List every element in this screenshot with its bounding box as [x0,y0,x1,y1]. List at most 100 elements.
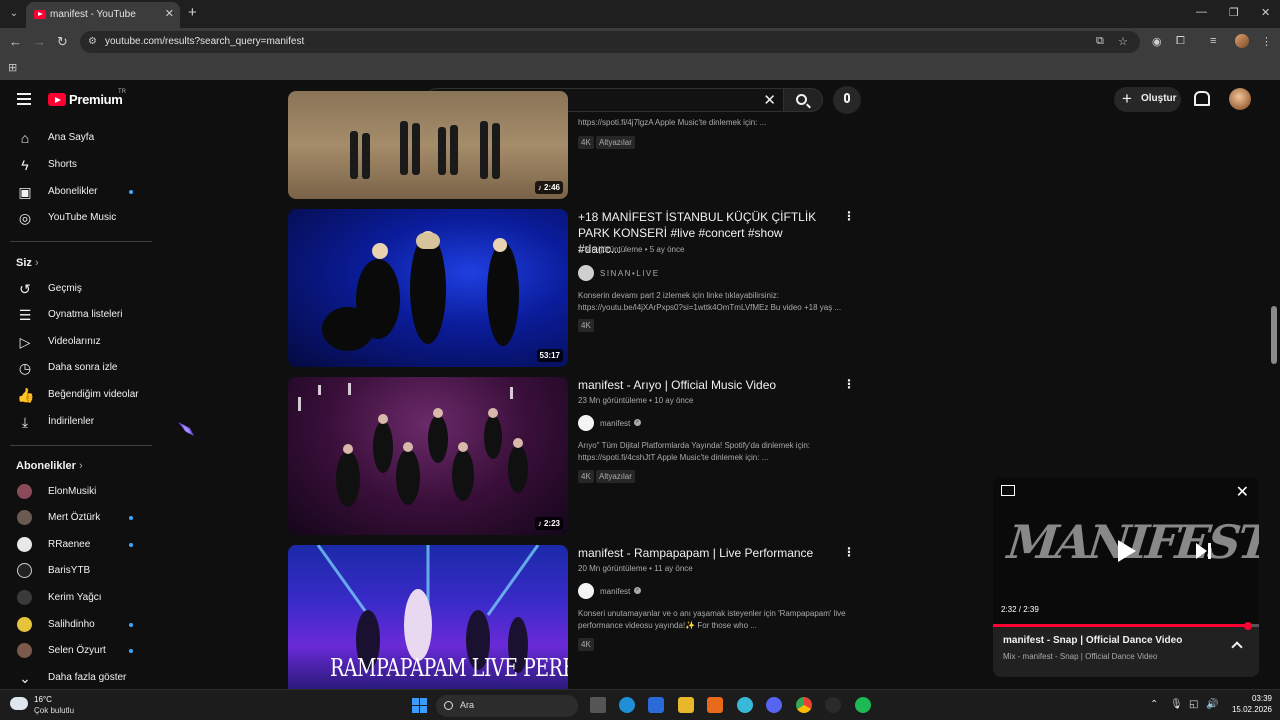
back-icon[interactable]: ← [9,34,22,49]
sidebar: ⌂ Ana Sayfa ϟ Shorts ▣ Abonelikler ◎ You… [0,118,160,690]
sidebar-item-subscriptions[interactable]: ▣ Abonelikler [0,179,152,205]
reload-icon[interactable]: ↻ [57,34,68,50]
search-result[interactable]: ♪ 2:46 https://spoti.fi/4j7lgzA Apple Mu… [288,91,858,199]
media-control-icon[interactable]: ≡ [1210,35,1216,47]
aimp-icon[interactable] [707,697,723,713]
sidebar-channel-rraenee[interactable]: RRaenee [0,532,152,558]
edge-icon[interactable] [619,697,635,713]
forward-icon[interactable]: → [33,34,46,49]
browser-profile-avatar[interactable] [1235,34,1249,48]
file-explorer-icon[interactable] [678,697,694,713]
sidebar-item-playlists[interactable]: ☰ Oynatma listeleri [0,302,152,328]
chevron-up-icon[interactable] [1231,641,1243,653]
sidebar-item-home[interactable]: ⌂ Ana Sayfa [0,125,152,151]
minimize-button[interactable]: — [1196,6,1207,18]
sidebar-channel-kerim-yagci[interactable]: Kerim Yağcı [0,585,152,611]
more-actions-icon[interactable]: ⋮ [843,545,855,559]
sidebar-channel-salihdinho[interactable]: Salihdinho [0,612,152,638]
tab-search-icon[interactable]: ⌄ [6,6,22,22]
miniplayer[interactable]: MANIFEST ✕ 2:32 / 2:39 manifest - Snap |… [993,477,1259,677]
sidebar-item-downloads[interactable]: ⤓ İndirilenler [0,409,152,435]
sidebar-item-label: Shorts [48,159,77,170]
sidebar-item-history[interactable]: ↺ Geçmiş [0,276,152,302]
miniplayer-title[interactable]: manifest - Snap | Official Dance Video [1003,635,1182,646]
sidebar-item-youtube-music[interactable]: ◎ YouTube Music [0,205,152,231]
video-thumbnail[interactable]: 53:17 [288,209,568,367]
video-title[interactable]: manifest - Arıyo | Official Music Video [578,377,828,393]
sidebar-channel-barisytb[interactable]: BarisYTB [0,558,152,584]
close-window-button[interactable]: ✕ [1261,6,1270,19]
next-track-icon[interactable] [1196,543,1212,559]
account-avatar[interactable] [1229,88,1251,110]
video-meta: 20 Mn görüntüleme • 11 ay önce [578,564,693,573]
sidebar-channel-selen-ozyurt[interactable]: Selen Özyurt [0,638,152,664]
tray-overflow-icon[interactable]: ⌃ [1150,699,1158,710]
search-result[interactable]: RAMPAPAPAM LIVE PERFORMANCE manifest - R… [288,545,858,689]
browser-menu-icon[interactable]: ⋮ [1261,35,1272,48]
extension-icon[interactable]: ◉ [1152,35,1162,48]
weather-temperature[interactable]: 16°C [34,695,52,704]
sidebar-item-shorts[interactable]: ϟ Shorts [0,152,152,178]
sidebar-channel-elonmusiki[interactable]: ElonMusiki [0,479,152,505]
sidebar-item-label: Daha sonra izle [48,362,118,373]
notifications-bell-icon[interactable] [1193,91,1210,106]
page-scrollbar[interactable] [1271,306,1277,364]
discord-icon[interactable] [766,697,782,713]
install-app-icon[interactable]: ⧉ [1096,35,1104,48]
progress-bar[interactable] [993,624,1259,627]
sidebar-item-your-videos[interactable]: ▷ Videolarınız [0,329,152,355]
chevron-down-icon: ⌄ [19,670,31,686]
video-title[interactable]: manifest - Rampapapam | Live Performance [578,545,828,561]
clock-time[interactable]: 03:39 [1232,694,1272,703]
weather-description[interactable]: Çok bulutlu [34,706,74,715]
settings-app-icon[interactable] [737,697,753,713]
chrome-icon[interactable] [796,697,812,713]
sidebar-show-more[interactable]: ⌄ Daha fazla göster [0,665,152,691]
bookmarks-bar: ⊞ [0,56,1280,80]
cloudy-weather-icon[interactable] [10,697,28,710]
sidebar-item-liked-videos[interactable]: 👍 Beğendiğim videolar [0,382,152,408]
maximize-button[interactable]: ❐ [1229,6,1239,19]
miniplayer-video[interactable]: MANIFEST ✕ 2:32 / 2:39 [993,477,1259,625]
video-thumbnail[interactable]: RAMPAPAPAM LIVE PERFORMANCE [288,545,568,689]
tab-close-icon[interactable]: ✕ [165,7,174,20]
browser-tab[interactable]: manifest - YouTube ✕ [26,2,180,28]
search-result[interactable]: ♪ 2:23 manifest - Arıyo | Official Music… [288,377,858,535]
microsoft-store-icon[interactable] [648,697,664,713]
play-icon[interactable] [1118,540,1136,562]
progress-scrubber[interactable] [1244,622,1252,630]
more-actions-icon[interactable]: ⋮ [843,377,855,391]
clock-date[interactable]: 15.02.2026 [1222,705,1272,714]
close-miniplayer-icon[interactable]: ✕ [1236,482,1249,502]
apps-grid-icon[interactable]: ⊞ [8,61,17,74]
create-button[interactable]: + Oluştur [1114,87,1181,112]
taskbar-search[interactable]: Ara [436,695,578,717]
volume-icon[interactable]: 🔊 [1206,699,1218,710]
video-thumbnail[interactable]: ♪ 2:46 [288,91,568,199]
channel-avatar [578,583,594,599]
new-tab-button[interactable]: + [188,4,197,21]
bookmark-star-icon[interactable]: ☆ [1118,35,1128,48]
site-info-icon[interactable]: ⚙ [88,36,97,47]
sidebar-item-watch-later[interactable]: ◷ Daha sonra izle [0,355,152,381]
you-section-heading[interactable]: Siz › [16,257,39,269]
channel-name: Mert Öztürk [48,512,101,523]
video-thumbnail[interactable]: ♪ 2:23 [288,377,568,535]
obs-icon[interactable] [825,697,841,713]
sidebar-channel-mert-ozturk[interactable]: Mert Öztürk [0,505,152,531]
windows-start-icon[interactable] [412,698,427,713]
address-bar[interactable]: ⚙ youtube.com/results?search_query=manif… [80,31,1140,53]
spotify-icon[interactable] [855,697,871,713]
subscriptions-section-heading[interactable]: Abonelikler › [16,460,83,472]
search-result[interactable]: 53:17 +18 MANİFEST İSTANBUL KÜÇÜK ÇİFTLİ… [288,209,858,367]
hamburger-menu-icon[interactable] [17,93,31,105]
expand-player-icon[interactable] [1001,485,1015,496]
microphone-tray-icon[interactable]: 🎙 [1170,699,1183,710]
youtube-premium-logo[interactable]: Premium [69,92,123,107]
network-icon[interactable]: ◱ [1189,699,1198,710]
extensions-puzzle-icon[interactable]: ⧠ [1176,35,1185,48]
more-actions-icon[interactable]: ⋮ [843,209,855,223]
sidebar-divider [10,241,152,242]
task-view-icon[interactable] [590,697,606,713]
youtube-logo-icon[interactable] [48,93,66,106]
